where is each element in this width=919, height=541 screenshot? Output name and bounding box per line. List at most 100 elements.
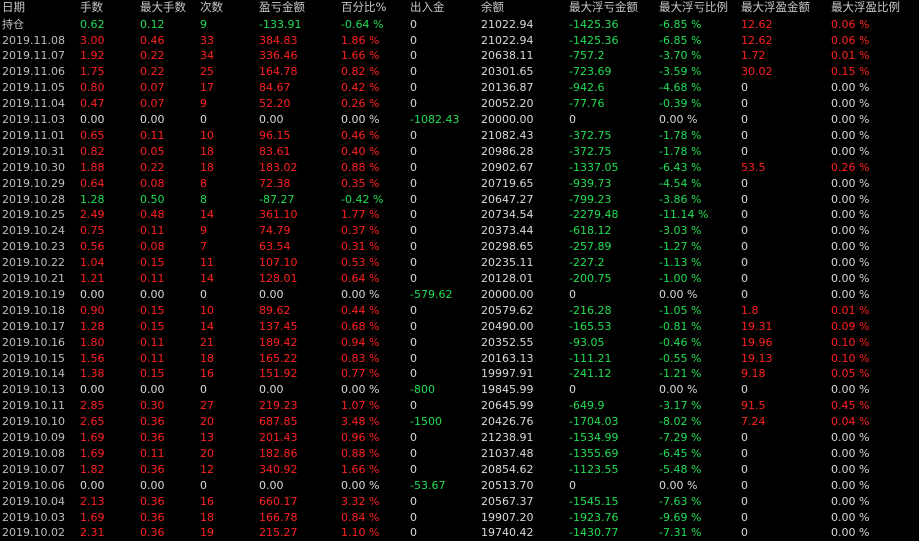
header-max-floating-profit[interactable]: 最大浮盈金额 bbox=[741, 0, 810, 16]
cell-lots: 1.21 bbox=[80, 272, 105, 285]
header-trades[interactable]: 次数 bbox=[200, 0, 223, 16]
table-row[interactable]: 2019.10.22 1.04 0.15 11 107.10 0.53 % 0 20235.1… bbox=[0, 255, 919, 271]
table-row[interactable]: 2019.10.19 0.00 0.00 0 0.00 0.00 % -579.62 2000… bbox=[0, 287, 919, 303]
cell-balance: 20426.76 bbox=[481, 415, 534, 429]
cell-max-floating-profit-ratio: 0.01 % bbox=[831, 303, 870, 317]
cell-max-floating-loss-ratio: -0.81 % bbox=[659, 319, 702, 333]
cell-max-floating-profit-ratio: 0.00 % bbox=[831, 97, 870, 111]
cell-percent: 0.44 % bbox=[341, 303, 380, 317]
table-row[interactable]: 2019.10.17 1.28 0.15 14 137.45 0.68 % 0 20490.0… bbox=[0, 319, 919, 335]
cell-balance: 20136.87 bbox=[481, 81, 534, 95]
cell-deposit-withdrawal: 0 bbox=[410, 319, 417, 333]
table-row[interactable]: 2019.10.02 2.31 0.36 19 215.27 1.10 % 0 19740.4… bbox=[0, 525, 919, 541]
table-row[interactable]: 2019.10.24 0.75 0.11 9 74.79 0.37 % 0 20373.44 -… bbox=[0, 223, 919, 239]
cell-date: 2019.10.18 bbox=[2, 303, 65, 317]
cell-lots: 1.69 bbox=[80, 510, 105, 524]
cell-max-floating-loss-ratio: -6.85 % bbox=[659, 17, 702, 31]
header-max-lots[interactable]: 最大手数 bbox=[140, 0, 186, 16]
cell-max-floating-profit: 0 bbox=[741, 240, 748, 254]
cell-max-lots: 0.15 bbox=[140, 256, 165, 270]
cell-deposit-withdrawal: 0 bbox=[410, 272, 417, 285]
table-row[interactable]: 2019.10.18 0.90 0.15 10 89.62 0.44 % 0 20579.62… bbox=[0, 303, 919, 319]
cell-trades: 12 bbox=[200, 462, 214, 476]
cell-deposit-withdrawal: 0 bbox=[410, 240, 417, 254]
cell-profit: 165.22 bbox=[259, 351, 298, 365]
header-date[interactable]: 日期 bbox=[2, 0, 25, 16]
cell-profit: 361.10 bbox=[259, 208, 298, 222]
cell-max-lots: 0.11 bbox=[140, 351, 165, 365]
cell-max-floating-profit: 0 bbox=[741, 287, 748, 301]
header-profit[interactable]: 盈亏金额 bbox=[259, 0, 305, 16]
cell-max-floating-profit-ratio: 0.26 % bbox=[831, 160, 870, 174]
cell-percent: 0.37 % bbox=[341, 224, 380, 238]
cell-max-floating-profit: 0 bbox=[741, 176, 748, 190]
cell-profit: 660.17 bbox=[259, 494, 298, 508]
cell-deposit-withdrawal: 0 bbox=[410, 160, 417, 174]
position-summary-row[interactable]: 持仓 0.62 0.12 9 -133.91 -0.64 % 0 21022.94 -1425.… bbox=[0, 17, 919, 33]
cell-max-floating-profit-ratio: 0.01 % bbox=[831, 49, 870, 63]
header-max-floating-profit-ratio[interactable]: 最大浮盈比例 bbox=[831, 0, 900, 16]
table-row[interactable]: 2019.10.28 1.28 0.50 8 -87.27 -0.42 % 0 20647.2… bbox=[0, 192, 919, 208]
table-row[interactable]: 2019.10.07 1.82 0.36 12 340.92 1.66 % 0 20854.6… bbox=[0, 462, 919, 478]
cell-balance: 20902.67 bbox=[481, 160, 534, 174]
cell-max-floating-profit-ratio: 0.05 % bbox=[831, 367, 870, 381]
table-row[interactable]: 2019.10.21 1.21 0.11 14 128.01 0.64 % 0 20128.0… bbox=[0, 271, 919, 287]
cell-lots: 1.88 bbox=[80, 160, 105, 174]
table-row[interactable]: 2019.10.11 2.85 0.30 27 219.23 1.07 % 0 20645.9… bbox=[0, 398, 919, 414]
table-row[interactable]: 2019.10.09 1.69 0.36 13 201.43 0.96 % 0 21238.9… bbox=[0, 430, 919, 446]
table-row[interactable]: 2019.11.07 1.92 0.22 34 336.46 1.66 % 0 20638.1… bbox=[0, 48, 919, 64]
cell-max-lots: 0.15 bbox=[140, 303, 165, 317]
table-row[interactable]: 2019.10.30 1.88 0.22 18 183.02 0.88 % 0 20902.6… bbox=[0, 160, 919, 176]
cell-profit: 0.00 bbox=[259, 113, 284, 126]
cell-profit: 52.20 bbox=[259, 97, 291, 111]
cell-balance: 19997.91 bbox=[481, 367, 534, 381]
header-deposit-withdrawal[interactable]: 出入金 bbox=[410, 0, 445, 16]
cell-max-floating-profit: 0 bbox=[741, 494, 748, 508]
cell-profit: 83.61 bbox=[259, 144, 291, 158]
cell-date: 2019.11.01 bbox=[2, 128, 65, 142]
cell-deposit-withdrawal: 0 bbox=[410, 208, 417, 222]
cell-max-floating-profit-ratio: 0.00 % bbox=[831, 81, 870, 95]
cell-trades: 9 bbox=[200, 97, 207, 111]
header-max-floating-loss[interactable]: 最大浮亏金额 bbox=[569, 0, 638, 16]
cell-balance: 19740.42 bbox=[481, 526, 534, 540]
header-percent[interactable]: 百分比% bbox=[341, 0, 386, 16]
cell-max-lots: 0.15 bbox=[140, 319, 165, 333]
table-row[interactable]: 2019.11.05 0.80 0.07 17 84.67 0.42 % 0 20136.87… bbox=[0, 80, 919, 96]
table-row[interactable]: 2019.11.06 1.75 0.22 25 164.78 0.82 % 0 20301.6… bbox=[0, 64, 919, 80]
table-row[interactable]: 2019.11.03 0.00 0.00 0 0.00 0.00 % -1082.43 200… bbox=[0, 112, 919, 128]
cell-max-lots: 0.36 bbox=[140, 431, 165, 444]
table-row[interactable]: 2019.10.03 1.69 0.36 18 166.78 0.84 % 0 19907.2… bbox=[0, 510, 919, 526]
table-row[interactable]: 2019.11.08 3.00 0.46 33 384.83 1.86 % 0 21022.9… bbox=[0, 33, 919, 49]
cell-max-floating-profit-ratio: 0.00 % bbox=[831, 287, 870, 301]
cell-deposit-withdrawal: 0 bbox=[410, 224, 417, 238]
table-row[interactable]: 2019.10.06 0.00 0.00 0 0.00 0.00 % -53.67 20513… bbox=[0, 478, 919, 494]
table-row[interactable]: 2019.10.08 1.69 0.11 20 182.86 0.88 % 0 21037.4… bbox=[0, 446, 919, 462]
table-row[interactable]: 2019.10.13 0.00 0.00 0 0.00 0.00 % -800 19845.9… bbox=[0, 382, 919, 398]
table-row[interactable]: 2019.11.01 0.65 0.11 10 96.15 0.46 % 0 21082.43… bbox=[0, 128, 919, 144]
cell-max-lots: 0.36 bbox=[140, 510, 165, 524]
cell-lots: 0.80 bbox=[80, 81, 105, 95]
cell-max-floating-loss: -77.76 bbox=[569, 97, 605, 111]
header-max-floating-loss-ratio[interactable]: 最大浮亏比例 bbox=[659, 0, 728, 16]
table-row[interactable]: 2019.10.29 0.64 0.08 8 72.38 0.35 % 0 20719.65 -… bbox=[0, 176, 919, 192]
cell-trades: 7 bbox=[200, 240, 207, 254]
cell-max-floating-profit: 0 bbox=[741, 510, 748, 524]
table-row[interactable]: 2019.10.16 1.80 0.11 21 189.42 0.94 % 0 20352.5… bbox=[0, 335, 919, 351]
table-row[interactable]: 2019.10.23 0.56 0.08 7 63.54 0.31 % 0 20298.65 -… bbox=[0, 239, 919, 255]
cell-balance: 20986.28 bbox=[481, 144, 534, 158]
cell-trades: 20 bbox=[200, 446, 214, 460]
table-row[interactable]: 2019.10.10 2.65 0.36 20 687.85 3.48 % -1500 204… bbox=[0, 414, 919, 430]
cell-max-lots: 0.12 bbox=[140, 17, 165, 31]
table-row[interactable]: 2019.10.04 2.13 0.36 16 660.17 3.32 % 0 20567.3… bbox=[0, 494, 919, 510]
table-row[interactable]: 2019.10.14 1.38 0.15 16 151.92 0.77 % 0 19997.9… bbox=[0, 366, 919, 382]
table-row[interactable]: 2019.10.31 0.82 0.05 18 83.61 0.40 % 0 20986.28… bbox=[0, 144, 919, 160]
table-row[interactable]: 2019.10.15 1.56 0.11 18 165.22 0.83 % 0 20163.1… bbox=[0, 351, 919, 367]
cell-profit: 89.62 bbox=[259, 303, 291, 317]
header-lots[interactable]: 手数 bbox=[80, 0, 103, 16]
cell-max-floating-loss: -372.75 bbox=[569, 144, 612, 158]
header-balance[interactable]: 余额 bbox=[481, 0, 504, 16]
table-row[interactable]: 2019.11.04 0.47 0.07 9 52.20 0.26 % 0 20052.20 -… bbox=[0, 96, 919, 112]
cell-max-lots: 0.11 bbox=[140, 128, 165, 142]
table-row[interactable]: 2019.10.25 2.49 0.48 14 361.10 1.77 % 0 20734.5… bbox=[0, 207, 919, 223]
